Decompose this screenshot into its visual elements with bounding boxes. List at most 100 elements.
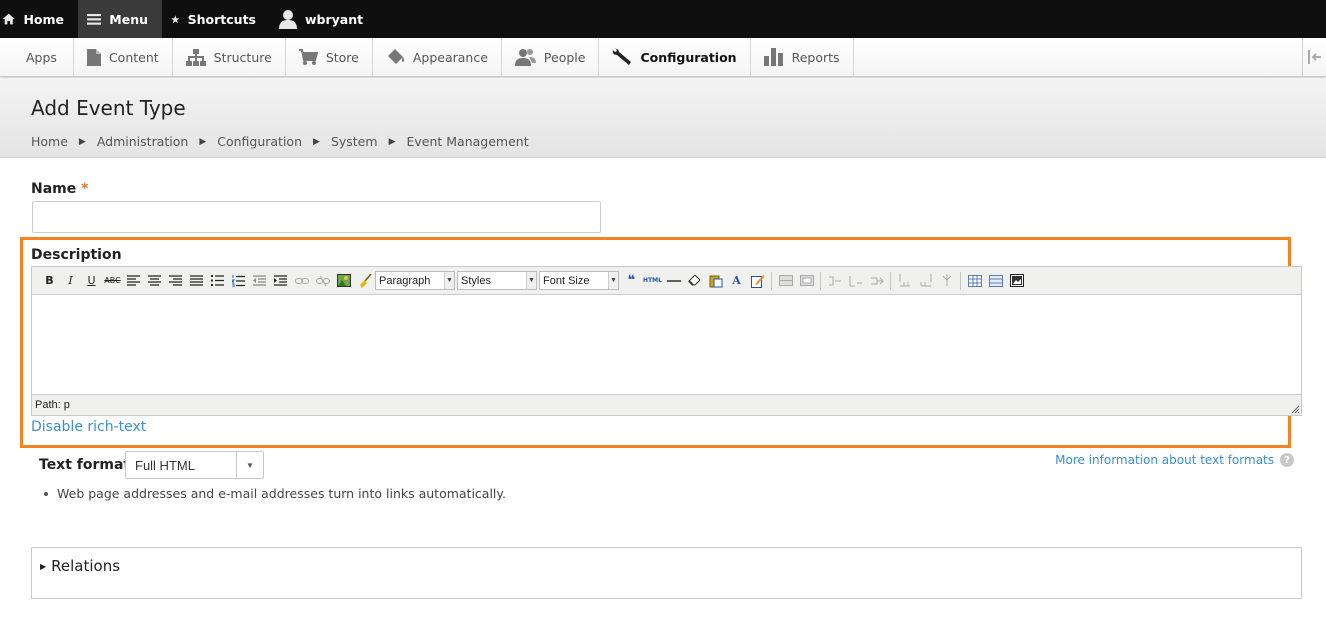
- unlink-icon: [315, 275, 330, 286]
- editor-content-area[interactable]: [32, 295, 1301, 396]
- name-field[interactable]: [32, 201, 601, 233]
- outdent-icon: [253, 275, 266, 286]
- tray-item-label: Structure: [213, 49, 272, 65]
- eraser-icon: [688, 275, 701, 286]
- toolbar-shortcuts[interactable]: Shortcuts: [162, 0, 270, 38]
- admin-toolbar: Home Menu Shortcuts wbryant: [0, 0, 1326, 38]
- required-marker: *: [81, 181, 89, 197]
- link-button[interactable]: [291, 270, 312, 292]
- bullet-list-button[interactable]: [207, 270, 228, 292]
- table-delete-button[interactable]: [936, 270, 957, 292]
- html-source-button[interactable]: HTML: [642, 270, 663, 292]
- strikethrough-button[interactable]: ABC: [102, 270, 123, 292]
- indent-button[interactable]: [270, 270, 291, 292]
- text-color-button[interactable]: A: [726, 270, 747, 292]
- horizontal-rule-button[interactable]: [663, 270, 684, 292]
- home-icon: [2, 13, 15, 25]
- text-format-select[interactable]: Full HTML ▼: [125, 451, 264, 479]
- table-split-button[interactable]: [894, 270, 915, 292]
- text-format-tips: Web page addresses and e-mail addresses …: [44, 486, 506, 501]
- chevron-down-icon: ▼: [526, 272, 536, 289]
- format-select[interactable]: Paragraph ▼: [375, 271, 455, 290]
- table-merge-button[interactable]: [915, 270, 936, 292]
- disable-rich-text-link[interactable]: Disable rich-text: [31, 419, 146, 435]
- page-header: Add Event Type Home ▶ Administration ▶ C…: [0, 78, 1326, 158]
- font-size-select[interactable]: Font Size ▼: [539, 271, 619, 290]
- toolbar-user[interactable]: wbryant: [270, 0, 377, 38]
- relations-toggle[interactable]: ▶ Relations: [40, 557, 120, 575]
- unlink-button[interactable]: [312, 270, 333, 292]
- styles-select-value: Styles: [461, 274, 491, 287]
- numbered-list-button[interactable]: [228, 270, 249, 292]
- tray-orientation-toggle[interactable]: [1302, 38, 1326, 76]
- table-button[interactable]: [964, 270, 985, 292]
- breadcrumb-link-system[interactable]: System: [331, 134, 378, 149]
- text-format-label: Text format: [39, 457, 131, 473]
- breadcrumb: Home ▶ Administration ▶ Configuration ▶ …: [31, 134, 529, 149]
- cleanup-button[interactable]: [354, 270, 375, 292]
- table-icon: [967, 274, 982, 287]
- resize-handle-icon[interactable]: [1291, 405, 1300, 414]
- media-button[interactable]: [1006, 270, 1027, 292]
- breadcrumb-separator: ▶: [78, 136, 86, 147]
- bullet-icon: [44, 491, 48, 496]
- hamburger-icon: [87, 14, 102, 25]
- tray-item-apps[interactable]: Apps: [0, 38, 74, 76]
- tray-item-label: Apps: [26, 49, 57, 65]
- blockquote-button[interactable]: ❝: [621, 270, 642, 292]
- table-col-before-button[interactable]: [824, 270, 845, 292]
- table-props-button[interactable]: [985, 270, 1006, 292]
- tray-item-label: Store: [325, 49, 359, 65]
- tray-item-structure[interactable]: Structure: [173, 38, 286, 76]
- tray-item-label: Reports: [791, 49, 840, 65]
- remove-format-button[interactable]: [684, 270, 705, 292]
- table-row-icon: [778, 275, 793, 286]
- bold-button[interactable]: B: [39, 270, 60, 292]
- breadcrumb-separator: ▶: [199, 136, 207, 147]
- paint-icon: [387, 49, 405, 64]
- relations-title: Relations: [51, 557, 121, 575]
- insert-row-before-button[interactable]: [775, 270, 796, 292]
- paste-word-button[interactable]: [705, 270, 726, 292]
- tip-text: Web page addresses and e-mail addresses …: [57, 486, 506, 501]
- toolbar-separator: [820, 271, 821, 290]
- paste-icon: [709, 275, 722, 287]
- table-delete-col-button[interactable]: [866, 270, 887, 292]
- horizontal-rule-icon: [666, 279, 681, 282]
- tray-item-label: People: [543, 49, 586, 65]
- tray-item-content[interactable]: Content: [74, 38, 173, 76]
- tray-item-reports[interactable]: Reports: [751, 38, 854, 76]
- editor-toolbar: B I U ABC Paragraph ▼ Styles ▼ Font Size…: [32, 267, 1301, 295]
- edit-attributes-button[interactable]: [747, 270, 768, 292]
- tray-item-store[interactable]: Store: [286, 38, 373, 76]
- table-merge-icon: [920, 274, 931, 287]
- align-left-button[interactable]: [123, 270, 144, 292]
- breadcrumb-link-event-management[interactable]: Event Management: [406, 134, 528, 149]
- media-icon: [1009, 274, 1024, 287]
- tray-item-configuration[interactable]: Configuration: [599, 38, 751, 76]
- breadcrumb-link-configuration[interactable]: Configuration: [217, 134, 302, 149]
- breadcrumb-link-administration[interactable]: Administration: [97, 134, 188, 149]
- cart-icon: [298, 49, 318, 65]
- table-column-icon: [828, 276, 841, 285]
- tray-item-people[interactable]: People: [502, 38, 600, 76]
- tray-item-appearance[interactable]: Appearance: [373, 38, 502, 76]
- styles-select[interactable]: Styles ▼: [457, 271, 537, 290]
- toolbar-shortcuts-label: Shortcuts: [187, 11, 256, 27]
- italic-button[interactable]: I: [60, 270, 81, 292]
- toolbar-menu[interactable]: Menu: [78, 0, 162, 38]
- rich-text-editor: B I U ABC Paragraph ▼ Styles ▼ Font Size…: [31, 266, 1302, 416]
- insert-row-after-button[interactable]: [796, 270, 817, 292]
- insert-image-button[interactable]: [333, 270, 354, 292]
- breadcrumb-link-home[interactable]: Home: [31, 134, 68, 149]
- align-center-button[interactable]: [144, 270, 165, 292]
- outdent-button[interactable]: [249, 270, 270, 292]
- align-justify-button[interactable]: [186, 270, 207, 292]
- toolbar-home[interactable]: Home: [0, 0, 78, 38]
- align-right-button[interactable]: [165, 270, 186, 292]
- toolbar-separator: [771, 271, 772, 290]
- image-icon: [336, 274, 351, 287]
- table-col-after-button[interactable]: [845, 270, 866, 292]
- underline-button[interactable]: U: [81, 270, 102, 292]
- more-info-text-formats-link[interactable]: More information about text formats ?: [1055, 453, 1294, 467]
